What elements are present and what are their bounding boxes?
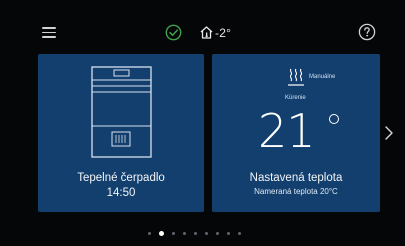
help-question-icon[interactable] bbox=[358, 23, 376, 41]
heat-pump-card[interactable]: Tepelné čerpadlo 14:50 bbox=[38, 54, 204, 212]
heat-pump-illustration bbox=[91, 66, 152, 158]
page-indicator[interactable] bbox=[148, 230, 249, 236]
set-temperature-value: 21 bbox=[258, 104, 316, 158]
hamburger-menu-icon[interactable] bbox=[42, 27, 56, 38]
measured-temperature: Nameraná teplota 20°C bbox=[254, 187, 338, 196]
pager-dot[interactable] bbox=[227, 231, 230, 235]
outside-temperature-value: -2° bbox=[215, 25, 232, 40]
outside-temperature: -2° bbox=[199, 24, 231, 41]
thermostat-home-screen: -2° Tepelné čerpadlo 14:50 Manuálne Kúre… bbox=[0, 0, 405, 246]
pager-dot[interactable] bbox=[238, 231, 241, 235]
heating-label: Kúrenie bbox=[285, 95, 306, 101]
set-temperature-card[interactable]: Manuálne Kúrenie 21 Nastavená teplota Na… bbox=[212, 54, 380, 212]
mode-label: Manuálne bbox=[309, 74, 336, 80]
pager-dot[interactable] bbox=[194, 231, 197, 235]
check-circle-icon bbox=[165, 24, 182, 41]
house-thermometer-icon bbox=[200, 26, 213, 39]
pager-dot[interactable] bbox=[216, 231, 219, 235]
heat-pump-title: Tepelné čerpadlo bbox=[77, 172, 165, 184]
pager-dot[interactable] bbox=[183, 231, 186, 235]
heating-waves-icon bbox=[288, 68, 304, 86]
pager-dot[interactable] bbox=[148, 231, 151, 235]
heat-pump-time: 14:50 bbox=[106, 187, 136, 199]
set-temperature-title: Nastavená teplota bbox=[249, 172, 343, 184]
pager-dot[interactable] bbox=[172, 231, 175, 235]
degree-circle bbox=[329, 114, 339, 124]
pager-dot[interactable] bbox=[159, 230, 164, 236]
chevron-right-icon[interactable] bbox=[383, 124, 395, 142]
pager-dot[interactable] bbox=[205, 231, 208, 235]
